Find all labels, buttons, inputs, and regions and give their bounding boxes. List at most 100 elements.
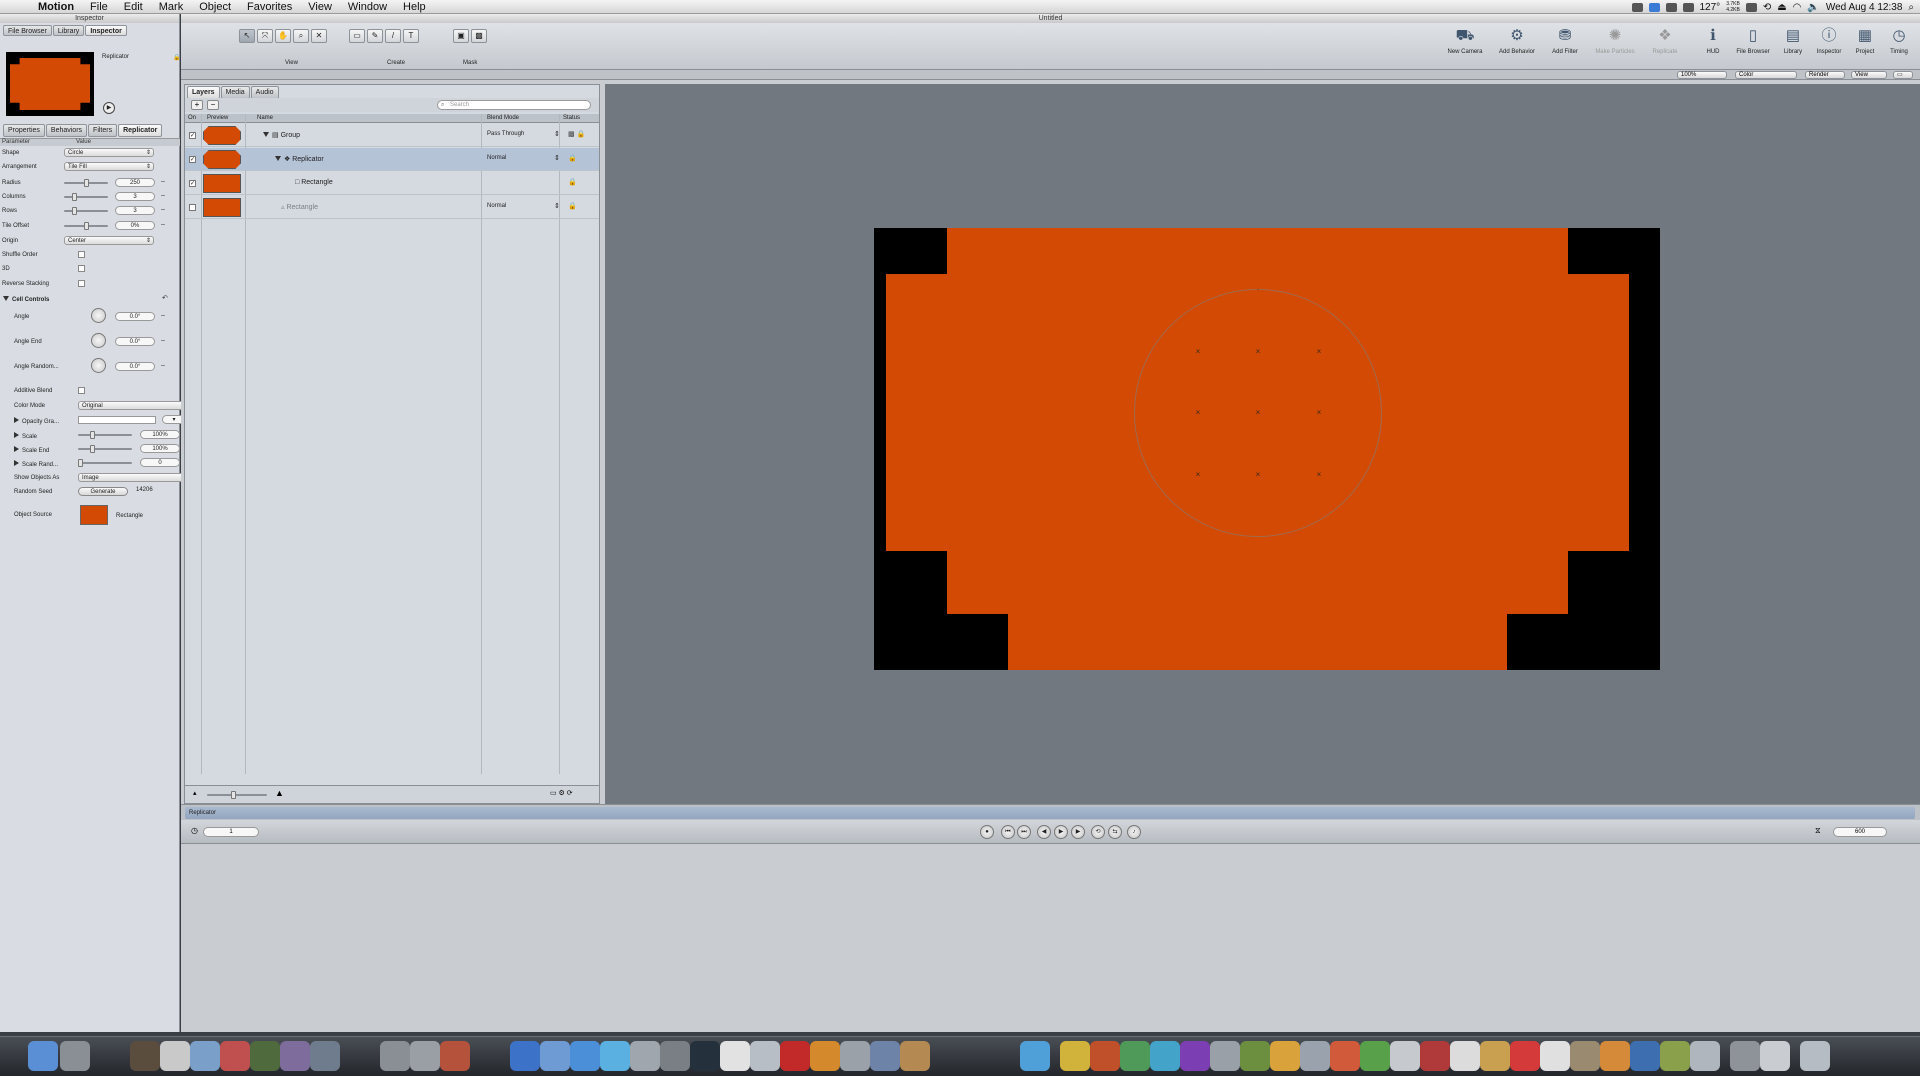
radius-slider[interactable] bbox=[64, 179, 108, 187]
hud-button[interactable]: ℹ HUD bbox=[1693, 27, 1733, 55]
status-lock-icon[interactable]: ▩ 🔒 bbox=[568, 130, 585, 138]
inspector-button[interactable]: ⓘ Inspector bbox=[1809, 27, 1849, 55]
tile-offset-slider[interactable] bbox=[64, 222, 108, 230]
scale-random-slider[interactable] bbox=[78, 459, 132, 467]
plant-app-icon[interactable] bbox=[1660, 1041, 1690, 1071]
tab-library[interactable]: Library bbox=[52, 25, 85, 36]
zoom-popup[interactable]: 100% bbox=[1677, 71, 1727, 79]
new-camera-button[interactable]: ⛟ New Camera bbox=[1445, 27, 1485, 55]
angle-field[interactable]: 0.0° bbox=[115, 312, 155, 321]
rectangle-mask-icon[interactable]: ▣ bbox=[453, 29, 469, 43]
audio-button[interactable]: ♪ bbox=[1127, 825, 1141, 839]
shape-popup[interactable]: Circle bbox=[64, 148, 154, 157]
downloads-icon[interactable] bbox=[1760, 1041, 1790, 1071]
tab-behaviors[interactable]: Behaviors bbox=[45, 124, 88, 137]
tab-properties[interactable]: Properties bbox=[3, 124, 45, 137]
mail-icon[interactable] bbox=[540, 1041, 570, 1071]
menu-edit[interactable]: Edit bbox=[116, 0, 151, 14]
view-popup[interactable]: View bbox=[1851, 71, 1887, 79]
disclosure-triangle-icon[interactable] bbox=[263, 132, 269, 137]
canvas[interactable]: · × × × × × × × × × bbox=[605, 84, 1920, 804]
angle-end-dial[interactable] bbox=[91, 333, 106, 348]
blend-mode[interactable]: Normal bbox=[487, 155, 506, 161]
folder-stack-icon[interactable] bbox=[1690, 1041, 1720, 1071]
bezier-mask-icon[interactable]: ▩ bbox=[471, 29, 487, 43]
replica-point[interactable]: × bbox=[1315, 471, 1323, 479]
3d-checkbox[interactable] bbox=[78, 265, 85, 272]
channels-popup[interactable]: Color bbox=[1735, 71, 1797, 79]
tab-file-browser[interactable]: File Browser bbox=[3, 25, 52, 36]
slider-thumb[interactable] bbox=[231, 791, 236, 799]
layer-name[interactable]: ▤ Group bbox=[263, 131, 300, 139]
final-cut-icon[interactable] bbox=[130, 1041, 160, 1071]
wifi-icon[interactable]: ◠ bbox=[1793, 2, 1802, 13]
angle-end-field[interactable]: 0.0° bbox=[115, 337, 155, 346]
pen-tool-icon[interactable]: / bbox=[385, 29, 401, 43]
skull-app-icon[interactable] bbox=[1540, 1041, 1570, 1071]
current-frame-field[interactable]: 1 bbox=[203, 827, 259, 837]
rows-slider[interactable] bbox=[64, 207, 108, 215]
columns-slider[interactable] bbox=[64, 193, 108, 201]
layer-enable-checkbox[interactable] bbox=[189, 204, 196, 211]
clock[interactable]: Wed Aug 4 12:38 bbox=[1826, 2, 1903, 13]
menu-app[interactable]: Motion bbox=[30, 0, 82, 14]
reset-icon[interactable]: ↶ bbox=[162, 294, 168, 302]
add-filter-button[interactable]: ⛃ Add Filter bbox=[1545, 27, 1585, 55]
add-layer-button[interactable]: + bbox=[191, 100, 203, 110]
spiral-app-icon[interactable] bbox=[440, 1041, 470, 1071]
card-app-icon[interactable] bbox=[1450, 1041, 1480, 1071]
pan-tool-icon[interactable]: ✋ bbox=[275, 29, 291, 43]
menu-view[interactable]: View bbox=[300, 0, 340, 14]
scale-end-field[interactable]: 100% bbox=[140, 444, 180, 453]
replica-point[interactable]: × bbox=[1315, 409, 1323, 417]
trash-icon[interactable] bbox=[1800, 1041, 1830, 1071]
finder-icon[interactable] bbox=[28, 1041, 58, 1071]
select-tool-icon[interactable]: ↖ bbox=[239, 29, 255, 43]
menu-help[interactable]: Help bbox=[395, 0, 434, 14]
menu-mark[interactable]: Mark bbox=[151, 0, 191, 14]
slider-thumb[interactable] bbox=[78, 459, 83, 467]
play-range-button[interactable]: ⇆ bbox=[1108, 825, 1122, 839]
cyan-app-icon[interactable] bbox=[1150, 1041, 1180, 1071]
lock-icon[interactable]: 🔒 bbox=[173, 54, 180, 61]
object-source-well[interactable] bbox=[80, 505, 108, 525]
photos-icon[interactable] bbox=[870, 1041, 900, 1071]
blend-popup-arrow-icon[interactable]: ⇕ bbox=[554, 130, 560, 138]
replica-point[interactable]: × bbox=[1254, 471, 1262, 479]
applescript-icon[interactable] bbox=[750, 1041, 780, 1071]
guide-handle[interactable]: · bbox=[1254, 286, 1262, 294]
disclosure-triangle-icon[interactable] bbox=[14, 446, 19, 452]
textedit-icon[interactable] bbox=[720, 1041, 750, 1071]
animation-menu[interactable]: – bbox=[161, 337, 165, 344]
shuffle-order-checkbox[interactable] bbox=[78, 251, 85, 258]
animation-menu[interactable]: – bbox=[161, 312, 165, 319]
timing-button[interactable]: ◷ Timing bbox=[1879, 27, 1919, 55]
replicate-button[interactable]: ❖ Replicate bbox=[1645, 27, 1685, 55]
zoom-tool-icon[interactable]: ⌕ bbox=[293, 29, 309, 43]
previous-frame-button[interactable]: ◀ bbox=[1037, 825, 1051, 839]
loop-button[interactable]: ⟲ bbox=[1091, 825, 1105, 839]
disclosure-triangle-icon[interactable] bbox=[14, 417, 19, 423]
monitor-app-icon[interactable] bbox=[1630, 1041, 1660, 1071]
go-to-start-button[interactable]: ⏮ bbox=[1001, 825, 1015, 839]
gift-app-icon[interactable] bbox=[1420, 1041, 1450, 1071]
time-machine-icon[interactable]: ⟲ bbox=[1763, 2, 1771, 13]
green-app-icon[interactable] bbox=[1120, 1041, 1150, 1071]
check-app-icon[interactable] bbox=[1360, 1041, 1390, 1071]
address-icon[interactable] bbox=[630, 1041, 660, 1071]
scale-field[interactable]: 100% bbox=[140, 430, 180, 439]
layer-enable-checkbox[interactable]: ✓ bbox=[189, 180, 196, 187]
replica-point[interactable]: × bbox=[1254, 348, 1262, 356]
replica-point[interactable]: × bbox=[1194, 348, 1202, 356]
add-behavior-button[interactable]: ⚙ Add Behavior bbox=[1497, 27, 1537, 55]
itunes-icon[interactable] bbox=[570, 1041, 600, 1071]
layer-name[interactable]: □ Rectangle bbox=[295, 179, 333, 186]
go-to-end-button[interactable]: ⏭ bbox=[1017, 825, 1031, 839]
paper-app-icon[interactable] bbox=[1390, 1041, 1420, 1071]
ichat-icon[interactable] bbox=[600, 1041, 630, 1071]
layer-row-replicator[interactable]: ✓ ❖ Replicator Normal ⇕ 🔒 bbox=[185, 148, 599, 171]
arrangement-popup[interactable]: Tile Fill bbox=[64, 162, 154, 171]
artboard[interactable]: · × × × × × × × × × bbox=[874, 228, 1660, 670]
orange-app-icon[interactable] bbox=[810, 1041, 840, 1071]
scale-random-field[interactable]: 0 bbox=[140, 458, 180, 467]
